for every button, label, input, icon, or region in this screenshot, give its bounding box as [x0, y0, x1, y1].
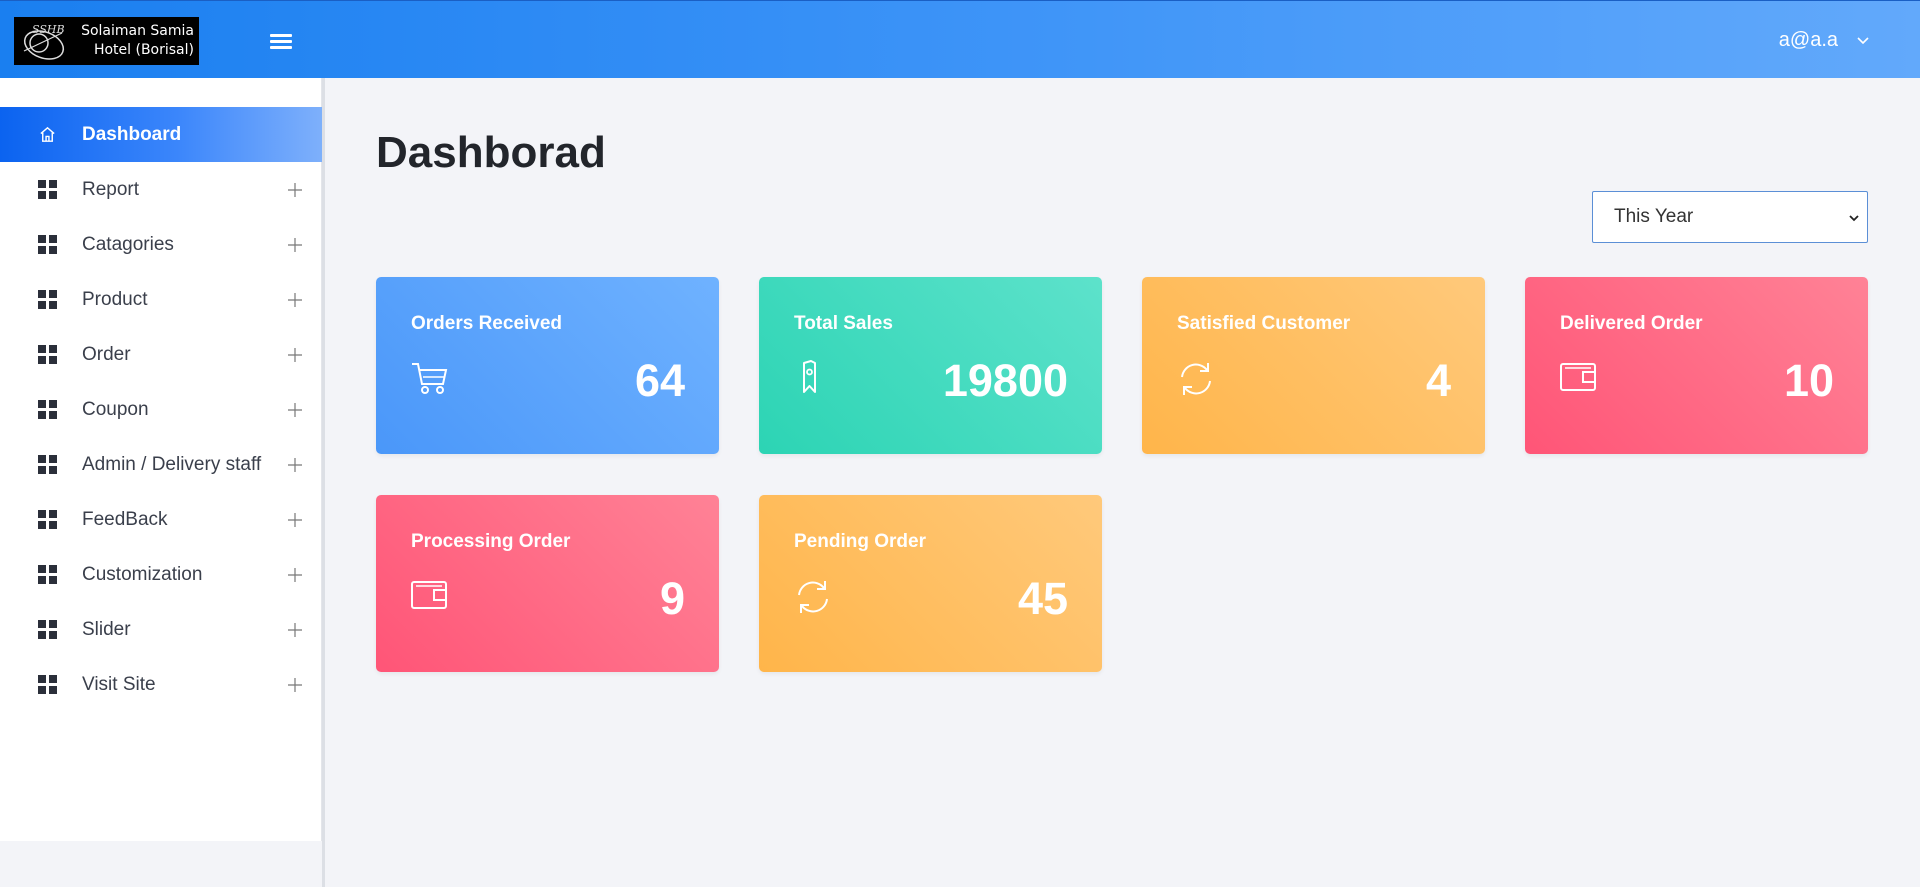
card-value: 45	[1017, 573, 1068, 624]
wallet-icon	[1560, 363, 1596, 391]
sidebar-item-order[interactable]: Order	[0, 327, 322, 382]
plus-icon[interactable]	[287, 347, 303, 363]
wallet-icon	[411, 581, 447, 609]
card-title: Delivered Order	[1560, 313, 1703, 334]
card-value: 4	[1425, 355, 1451, 406]
stat-card-delivered-order[interactable]: Delivered Order 10	[1525, 277, 1868, 454]
plus-icon[interactable]	[287, 677, 303, 693]
grid-icon	[38, 675, 57, 694]
chevron-down-icon	[1849, 215, 1859, 222]
plus-icon[interactable]	[287, 622, 303, 638]
cart-icon	[412, 363, 448, 394]
card-value: 19800	[942, 355, 1068, 406]
grid-icon	[38, 235, 57, 254]
stat-card-orders-received[interactable]: Orders Received 64	[376, 277, 719, 454]
grid-icon	[38, 180, 57, 199]
grid-icon	[38, 620, 57, 639]
sidebar-item-visit-site[interactable]: Visit Site	[0, 657, 322, 712]
logo-mark-icon: SSHB	[14, 17, 76, 65]
plus-icon[interactable]	[287, 457, 303, 473]
top-header: SSHB Solaiman Samia Hotel (Borisal) a@a.…	[0, 0, 1920, 78]
card-value: 10	[1783, 355, 1834, 406]
plus-icon[interactable]	[287, 237, 303, 253]
card-title: Pending Order	[794, 531, 926, 552]
sidebar-item-slider[interactable]: Slider	[0, 602, 322, 657]
logo-text: Solaiman Samia Hotel (Borisal)	[76, 22, 199, 60]
card-title: Processing Order	[411, 531, 571, 552]
sidebar-item-label: Report	[82, 178, 140, 200]
refresh-icon	[798, 581, 828, 613]
sidebar-footer	[0, 841, 322, 887]
plus-icon[interactable]	[287, 182, 303, 198]
sidebar-item-label: Slider	[82, 618, 131, 640]
sidebar-item-report[interactable]: Report	[0, 162, 322, 217]
sidebar-item-coupon[interactable]: Coupon	[0, 382, 322, 437]
period-select-value: This Year	[1614, 206, 1694, 227]
sidebar-item-label: Catagories	[82, 233, 174, 255]
sidebar-item-label: Admin / Delivery staff	[82, 453, 262, 475]
page-title: Dashborad	[376, 128, 606, 177]
card-value: 64	[634, 355, 685, 406]
logo-line-2: Hotel (Borisal)	[93, 42, 194, 58]
plus-icon[interactable]	[287, 402, 303, 418]
sidebar: Dashboard Report Catagories Product Orde…	[0, 78, 322, 841]
sidebar-item-label: FeedBack	[82, 508, 168, 530]
card-title: Total Sales	[794, 313, 893, 334]
sidebar-item-label: Product	[82, 288, 148, 310]
stat-card-pending-order[interactable]: Pending Order 45	[759, 495, 1102, 672]
sidebar-divider	[322, 78, 325, 887]
plus-icon[interactable]	[287, 567, 303, 583]
logo-mark-text: SSHB	[32, 23, 65, 36]
home-icon	[40, 126, 55, 142]
sidebar-item-customization[interactable]: Customization	[0, 547, 322, 602]
sidebar-item-catagories[interactable]: Catagories	[0, 217, 322, 272]
grid-icon	[38, 400, 57, 419]
stat-card-satisfied-customer[interactable]: Satisfied Customer 4	[1142, 277, 1485, 454]
plus-icon[interactable]	[287, 512, 303, 528]
grid-icon	[38, 565, 57, 584]
sidebar-item-admin-delivery-staff[interactable]: Admin / Delivery staff	[0, 437, 322, 492]
grid-icon	[38, 510, 57, 529]
period-select[interactable]: This Year	[1592, 191, 1868, 243]
logo-line-1: Solaiman Samia	[81, 23, 194, 39]
card-value: 9	[659, 573, 685, 624]
stat-card-total-sales[interactable]: Total Sales 19800	[759, 277, 1102, 454]
logo[interactable]: SSHB Solaiman Samia Hotel (Borisal)	[14, 17, 199, 65]
sidebar-item-dashboard[interactable]: Dashboard	[0, 107, 322, 162]
sidebar-item-label: Customization	[82, 563, 203, 585]
sidebar-item-feedback[interactable]: FeedBack	[0, 492, 322, 547]
sidebar-item-label: Dashboard	[82, 123, 182, 145]
sidebar-item-label: Visit Site	[82, 673, 156, 695]
refresh-icon	[1181, 363, 1211, 395]
grid-icon	[38, 290, 57, 309]
grid-icon	[38, 345, 57, 364]
chevron-down-icon	[1857, 36, 1869, 44]
card-title: Satisfied Customer	[1177, 313, 1351, 334]
sidebar-item-label: Order	[82, 343, 131, 365]
tag-icon	[803, 360, 816, 393]
sidebar-item-label: Coupon	[82, 398, 149, 420]
menu-toggle-icon[interactable]	[270, 34, 292, 52]
user-menu[interactable]: a@a.a	[1779, 29, 1870, 52]
sidebar-item-product[interactable]: Product	[0, 272, 322, 327]
grid-icon	[38, 455, 57, 474]
card-title: Orders Received	[411, 313, 563, 334]
user-email: a@a.a	[1778, 29, 1838, 51]
plus-icon[interactable]	[287, 292, 303, 308]
stat-card-processing-order[interactable]: Processing Order 9	[376, 495, 719, 672]
